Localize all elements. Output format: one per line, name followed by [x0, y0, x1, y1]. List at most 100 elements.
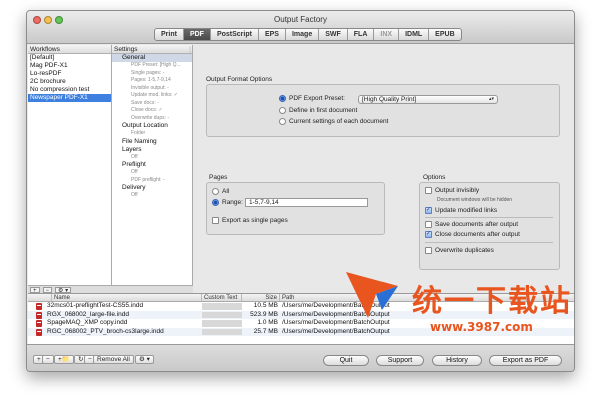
settings-sub-item: Single pages: -: [131, 69, 165, 76]
table-row[interactable]: 32mcs01-preflightTest-CS55.indd 10.5 MB …: [28, 302, 574, 311]
bottom-toolbar: + − +📁 ↻ − Remove All ⚙ ▾ Quit Support H…: [27, 344, 574, 371]
settings-preflight[interactable]: Preflight: [112, 161, 192, 169]
pdf-preset-select[interactable]: [High Quality Print] ▴▾: [358, 95, 498, 104]
overwrite-label: Overwrite duplicates: [435, 247, 494, 254]
workflow-item[interactable]: No compression test: [28, 86, 111, 94]
checkbox-checked-icon: ✓: [425, 207, 432, 214]
add-folder-button[interactable]: +📁: [54, 355, 74, 364]
history-button[interactable]: History: [432, 355, 482, 366]
tab-epub[interactable]: EPUB: [429, 29, 460, 40]
file-path: /Users/me/Development/BatchOutput: [282, 310, 390, 318]
radio-current-settings[interactable]: Current settings of each document: [279, 118, 388, 125]
checkbox-overwrite[interactable]: Overwrite duplicates: [425, 247, 494, 254]
tab-pdf[interactable]: PDF: [183, 29, 211, 40]
output-format-title: Output Format Options: [206, 76, 273, 83]
settings-general[interactable]: General: [112, 54, 192, 62]
radio-icon: [212, 188, 219, 195]
indesign-file-icon: [36, 328, 42, 336]
settings-scroll-icon[interactable]: ⋮: [187, 46, 193, 53]
file-size: 523.9 MB: [250, 310, 278, 318]
remove-workflow-button[interactable]: −: [42, 286, 53, 294]
tab-swf[interactable]: SWF: [319, 29, 348, 40]
define-first-label: Define in first document: [289, 107, 358, 114]
settings-file-naming[interactable]: File Naming: [112, 138, 192, 146]
radio-pdf-preset[interactable]: PDF Export Preset:: [279, 95, 345, 102]
table-row[interactable]: RGX_068002_large-file.indd 523.9 MB /Use…: [28, 310, 574, 320]
settings-sub-item: Invisible output: -: [131, 84, 169, 91]
column-header-name[interactable]: Name: [52, 294, 202, 301]
workflow-item[interactable]: 2C brochure: [28, 78, 111, 86]
settings-sub-item: Update mod. links: ✓: [131, 92, 178, 98]
settings-delivery[interactable]: Delivery: [112, 184, 192, 192]
file-name: RGC_068002_PTV_broch-cs3large.indd: [47, 327, 164, 335]
tab-image[interactable]: Image: [286, 29, 320, 40]
column-header-path[interactable]: Path: [280, 294, 574, 301]
table-row[interactable]: SpageMAQ_XMP copy.indd 1.0 MB /Users/me/…: [28, 319, 574, 328]
title-bar: Output Factory Print PDF PostScript EPS …: [27, 11, 574, 44]
quit-button[interactable]: Quit: [323, 355, 369, 366]
checkbox-output-invisibly[interactable]: Output invisibly: [425, 187, 479, 194]
table-row[interactable]: RGC_068002_PTV_broch-cs3large.indd 25.7 …: [28, 327, 574, 337]
options-group: Output invisibly Document windows will b…: [419, 182, 560, 270]
tab-print[interactable]: Print: [155, 29, 184, 40]
file-path: /Users/me/Development/BatchOutput: [282, 319, 390, 327]
window-title: Output Factory: [274, 15, 327, 24]
tab-inx: INX: [374, 29, 400, 40]
workflow-item[interactable]: Lo-resPDF: [28, 70, 111, 78]
tab-postscript[interactable]: PostScript: [211, 29, 259, 40]
pages-title: Pages: [209, 174, 228, 181]
remove-file-button[interactable]: −: [42, 355, 54, 364]
radio-pages-all[interactable]: All: [212, 188, 229, 195]
file-custom-text[interactable]: [202, 303, 242, 310]
checkbox-icon: [425, 187, 432, 194]
file-size: 25.7 MB: [253, 327, 278, 335]
checkbox-update-links[interactable]: ✓ Update modified links: [425, 207, 497, 214]
workflow-gear-button[interactable]: ⚙ ▾: [55, 286, 72, 294]
radio-selected-icon: [279, 95, 286, 102]
tab-idml[interactable]: IDML: [399, 29, 430, 40]
file-custom-text[interactable]: [202, 328, 242, 336]
remove-all-button[interactable]: Remove All: [93, 355, 134, 364]
checkbox-single-pages[interactable]: Export as single pages: [212, 217, 288, 224]
workflow-item[interactable]: [Default]: [28, 54, 111, 62]
radio-define-first[interactable]: Define in first document: [279, 107, 357, 114]
output-format-group: PDF Export Preset: [High Quality Print] …: [206, 84, 560, 137]
pdf-preset-value: [High Quality Print]: [362, 96, 417, 103]
pages-range-input[interactable]: 1-5,7-9,14: [245, 198, 368, 207]
settings-layers[interactable]: Layers: [112, 146, 192, 154]
checkbox-checked-icon: ✓: [425, 231, 432, 238]
save-docs-label: Save documents after output: [435, 221, 519, 228]
indesign-file-icon: [36, 320, 42, 328]
file-size: 10.5 MB: [253, 302, 278, 309]
column-header-custom[interactable]: Custom Text: [202, 294, 242, 301]
tab-fla[interactable]: FLA: [348, 29, 375, 40]
settings-sub-item: Off: [131, 169, 138, 175]
current-settings-label: Current settings of each document: [289, 118, 389, 125]
column-header-spacer: [28, 294, 52, 301]
radio-icon: [279, 118, 286, 125]
file-name: 32mcs01-preflightTest-CS55.indd: [47, 302, 144, 309]
workflow-item[interactable]: Mag PDF-X1: [28, 62, 111, 70]
close-docs-label: Close documents after output: [435, 231, 520, 238]
radio-pages-range[interactable]: Range:: [212, 199, 243, 206]
workflow-item-selected[interactable]: Newspaper PDF-X1: [28, 94, 111, 102]
options-divider: [425, 217, 553, 218]
checkbox-save-docs[interactable]: Save documents after output: [425, 221, 518, 228]
list-gear-button[interactable]: ⚙ ▾: [135, 355, 154, 364]
update-links-label: Update modified links: [435, 207, 498, 214]
single-pages-label: Export as single pages: [222, 217, 288, 224]
workflows-header: Workflows: [28, 45, 111, 54]
support-button[interactable]: Support: [376, 355, 424, 366]
checkbox-icon: [425, 221, 432, 228]
checkbox-close-docs[interactable]: ✓ Close documents after output: [425, 231, 520, 238]
add-workflow-button[interactable]: +: [30, 286, 40, 294]
export-pdf-button[interactable]: Export as PDF: [489, 355, 562, 366]
settings-output-location[interactable]: Output Location: [112, 122, 192, 130]
settings-sub-item: Close docs: ✓: [131, 107, 163, 113]
main-panel: Output Format Options PDF Export Preset:…: [194, 45, 574, 285]
tab-eps[interactable]: EPS: [259, 29, 286, 40]
file-custom-text[interactable]: [202, 311, 242, 319]
file-custom-text[interactable]: [202, 320, 242, 327]
file-rows: 32mcs01-preflightTest-CS55.indd 10.5 MB …: [28, 302, 574, 337]
column-header-size[interactable]: Size: [242, 294, 280, 301]
